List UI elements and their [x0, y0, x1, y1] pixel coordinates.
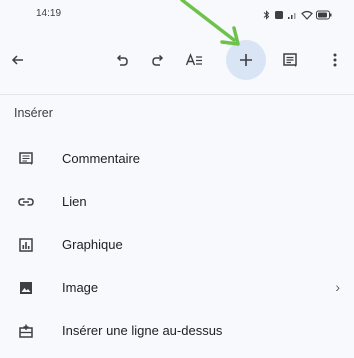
- battery-icon: [316, 7, 332, 25]
- comment-icon: [18, 151, 34, 167]
- app-screen: 14:19 Insérer Commentaire Lien Graphique…: [0, 0, 354, 358]
- status-icons: [262, 7, 332, 25]
- menu-item-label: Insérer une ligne au-dessus: [62, 323, 223, 338]
- text-format-button[interactable]: [174, 40, 214, 80]
- menu-title: Insérer: [14, 106, 53, 120]
- status-bar: 14:19: [0, 0, 354, 32]
- redo-icon: [150, 52, 166, 68]
- notification-icon: [274, 7, 284, 25]
- chart-icon: [18, 237, 34, 253]
- insert-row-above-icon: [18, 323, 34, 339]
- menu-item-insert-row-above[interactable]: Insérer une ligne au-dessus: [0, 312, 354, 350]
- more-vert-icon: [332, 52, 338, 68]
- insert-button[interactable]: [226, 40, 266, 80]
- menu-item-image[interactable]: Image ›: [0, 269, 354, 307]
- wifi-icon: [301, 7, 313, 25]
- menu-item-link[interactable]: Lien: [0, 183, 354, 221]
- undo-icon: [114, 52, 130, 68]
- link-icon: [18, 194, 34, 210]
- back-button[interactable]: [0, 40, 38, 80]
- menu-item-comment[interactable]: Commentaire: [0, 140, 354, 178]
- chevron-right-icon: ›: [335, 279, 340, 295]
- menu-item-chart[interactable]: Graphique: [0, 226, 354, 264]
- undo-button[interactable]: [102, 40, 142, 80]
- image-icon: [18, 280, 34, 296]
- plus-icon: [238, 52, 254, 68]
- more-options-button[interactable]: [315, 40, 354, 80]
- bluetooth-icon: [262, 7, 271, 25]
- menu-item-label: Commentaire: [62, 151, 141, 166]
- signal-icon: [287, 7, 298, 25]
- menu-item-label: Graphique: [62, 237, 123, 252]
- editor-toolbar: [0, 32, 354, 88]
- text-format-icon: [185, 52, 203, 68]
- redo-button[interactable]: [138, 40, 178, 80]
- insert-menu: Insérer Commentaire Lien Graphique Image: [0, 94, 354, 358]
- status-time: 14:19: [36, 8, 62, 19]
- comment-button[interactable]: [270, 40, 310, 80]
- menu-item-label: Lien: [62, 194, 87, 209]
- comment-icon: [282, 52, 298, 68]
- arrow-left-icon: [10, 52, 26, 68]
- menu-item-label: Image: [62, 280, 99, 295]
